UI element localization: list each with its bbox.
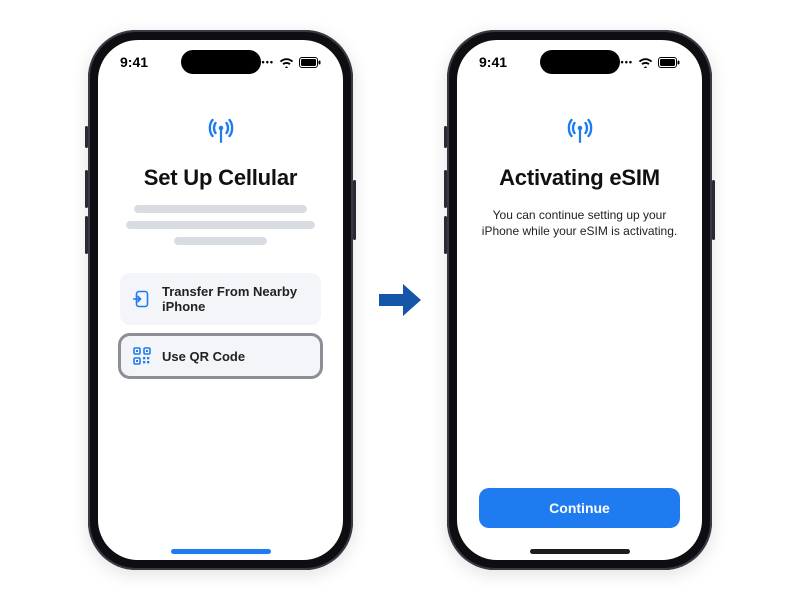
battery-icon <box>658 57 680 68</box>
iphone-frame-left: 9:41 ••• <box>88 30 353 570</box>
cellular-icon <box>204 116 238 151</box>
status-bar: 9:41 ••• <box>98 40 343 84</box>
iphone-frame-right: 9:41 ••• <box>447 30 712 570</box>
bottom-area: Continue <box>479 488 680 552</box>
side-button <box>712 180 715 240</box>
status-right: ••• <box>262 57 321 68</box>
side-button <box>85 216 88 254</box>
option-label: Use QR Code <box>162 349 245 364</box>
status-time: 9:41 <box>120 54 148 70</box>
wifi-icon <box>638 57 653 68</box>
qr-icon <box>132 346 152 366</box>
side-button <box>353 180 356 240</box>
cellular-icon <box>563 116 597 151</box>
placeholder-description <box>120 205 321 253</box>
content: Activating eSIM You can continue setting… <box>457 84 702 560</box>
signal-dots-icon: ••• <box>262 57 274 67</box>
page-title: Activating eSIM <box>499 165 660 191</box>
option-use-qr-code[interactable]: Use QR Code <box>120 335 321 377</box>
dynamic-island <box>540 50 620 74</box>
continue-button[interactable]: Continue <box>479 488 680 528</box>
status-bar: 9:41 ••• <box>457 40 702 84</box>
option-label: Transfer From Nearby iPhone <box>162 284 309 314</box>
status-right: ••• <box>621 57 680 68</box>
battery-icon <box>299 57 321 68</box>
transfer-icon <box>132 289 152 309</box>
page-title: Set Up Cellular <box>144 165 297 191</box>
side-button <box>444 126 447 148</box>
page-body: You can continue setting up your iPhone … <box>479 207 680 239</box>
side-button <box>444 170 447 208</box>
screen-activating-esim: 9:41 ••• <box>457 40 702 560</box>
dynamic-island <box>181 50 261 74</box>
flow-arrow-icon <box>377 277 423 323</box>
option-list: Transfer From Nearby iPhone Use QR Code <box>120 273 321 387</box>
screen-setup-cellular: 9:41 ••• <box>98 40 343 560</box>
side-button <box>85 126 88 148</box>
option-transfer-from-nearby[interactable]: Transfer From Nearby iPhone <box>120 273 321 325</box>
home-indicator[interactable] <box>171 549 271 554</box>
side-button <box>444 216 447 254</box>
content: Set Up Cellular Transfer From Nearby iPh… <box>98 84 343 560</box>
signal-dots-icon: ••• <box>621 57 633 67</box>
wifi-icon <box>279 57 294 68</box>
status-time: 9:41 <box>479 54 507 70</box>
side-button <box>85 170 88 208</box>
home-indicator[interactable] <box>530 549 630 554</box>
